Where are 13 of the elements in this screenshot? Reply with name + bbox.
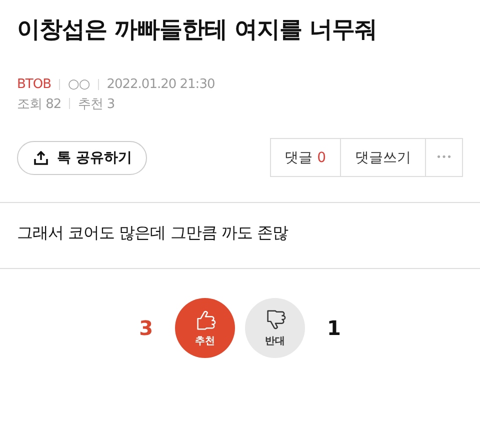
recommend-count: 추천 3	[78, 96, 115, 112]
share-button[interactable]: 톡 공유하기	[17, 140, 147, 174]
post-title: 이창섭은 까빠들한테 여지를 너무줘	[17, 16, 378, 45]
view-count: 조회 82	[17, 96, 62, 112]
post-body: 그래서 코어도 많은데 그만큼 까도 존많	[17, 223, 290, 244]
oppose-button[interactable]: 반대	[245, 298, 305, 358]
share-icon	[34, 150, 48, 164]
recommend-button[interactable]: 추천	[175, 298, 235, 358]
post-date: 2022.01.20 21:30	[106, 77, 215, 92]
board-link[interactable]: BTOB	[17, 77, 52, 92]
oppose-count: 1	[327, 316, 341, 340]
recommend-count: 3	[139, 316, 153, 340]
author-name: ○○	[68, 77, 90, 92]
